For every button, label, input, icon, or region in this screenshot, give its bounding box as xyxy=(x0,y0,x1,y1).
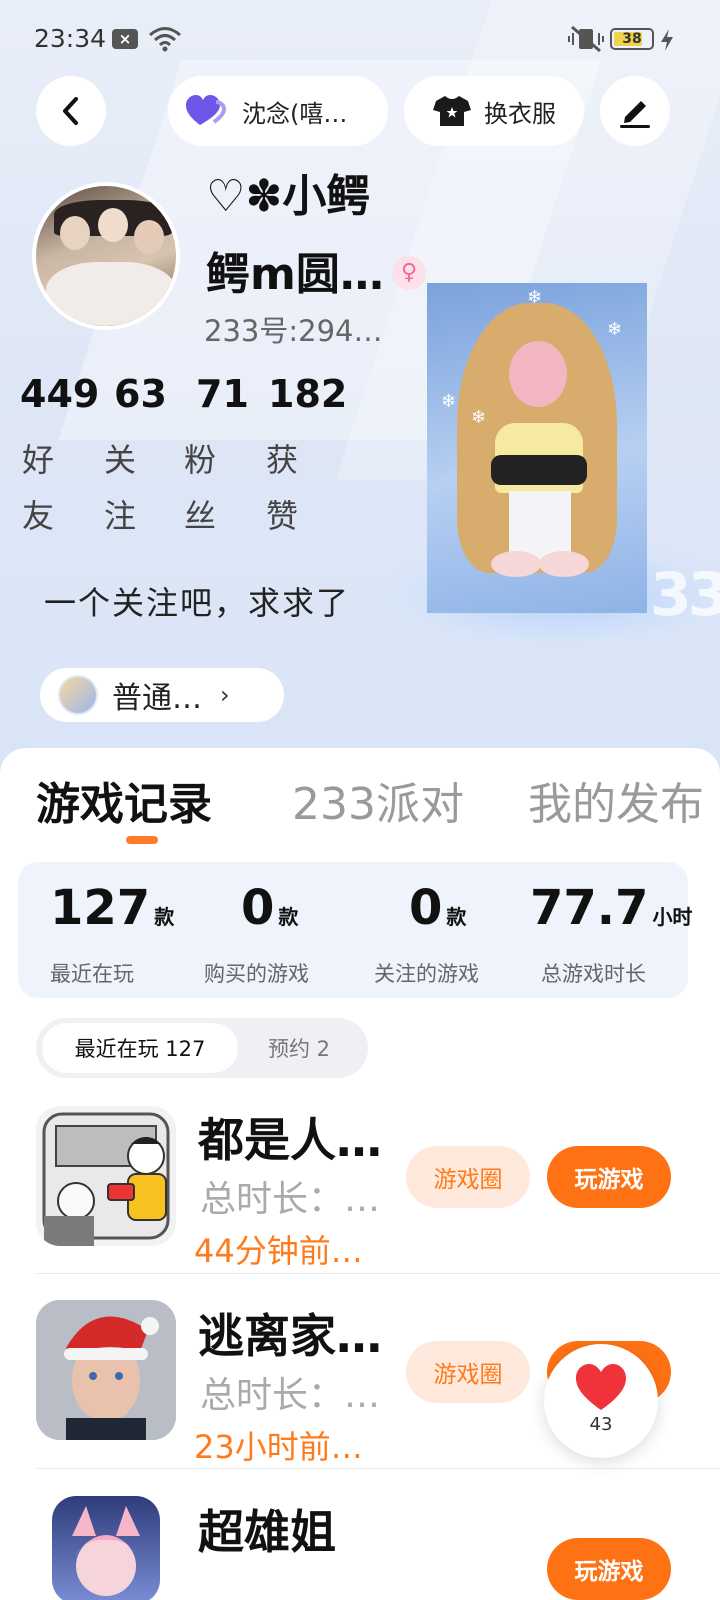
game-title[interactable]: 超雄姐 xyxy=(198,1496,336,1562)
followers-label: 粉丝 xyxy=(183,441,216,535)
character-portrait-art xyxy=(36,1300,176,1440)
stat-value: 127 xyxy=(50,880,151,936)
character-shoe xyxy=(539,551,589,577)
followers-count[interactable]: 71 xyxy=(196,372,249,416)
female-gender-icon: ♀ xyxy=(392,256,426,290)
status-time: 23:34 xyxy=(34,24,107,53)
snowflake-icon: ❄ xyxy=(607,319,623,340)
purple-heart-icon xyxy=(186,95,227,125)
snowflake-icon: ❄ xyxy=(471,407,487,428)
game-icon-dou-shi-ren[interactable] xyxy=(36,1106,176,1246)
like-count: 43 xyxy=(589,1414,613,1435)
back-button[interactable] xyxy=(36,76,106,146)
stat-value: 0 xyxy=(409,880,443,936)
friends-label: 好友 xyxy=(21,441,54,535)
battery-percent: 38 xyxy=(622,31,642,47)
chevron-left-icon xyxy=(63,97,78,125)
game-duration: 总时长：… xyxy=(200,1179,381,1220)
following-count[interactable]: 63 xyxy=(114,372,167,416)
tab-game-records[interactable]: 游戏记录 xyxy=(36,768,212,832)
stat-unit: 款 xyxy=(154,905,175,929)
badge-avatar-icon xyxy=(58,675,98,715)
snowflake-icon: ❄ xyxy=(527,287,543,308)
chevron-right-icon: › xyxy=(220,681,230,709)
avatar-photo-detail xyxy=(98,208,128,242)
anime-girl-art xyxy=(72,1506,140,1596)
user-id[interactable]: 233号:294… xyxy=(204,308,382,350)
username-line-2: 鳄m圆… xyxy=(206,249,384,300)
game-title[interactable]: 逃离家… xyxy=(198,1300,382,1366)
game-circle-button[interactable]: 游戏圈 xyxy=(406,1341,530,1403)
game-duration: 总时长：… xyxy=(200,1375,381,1416)
mood-status-label: 沈念(嘻… xyxy=(242,99,348,128)
likes-count[interactable]: 182 xyxy=(268,372,347,416)
battery-icon: 38 xyxy=(610,28,654,50)
followed-games-label: 关注的游戏 xyxy=(374,962,479,986)
play-game-button[interactable]: 玩游戏 xyxy=(547,1146,671,1208)
friends-count[interactable]: 449 xyxy=(20,372,99,416)
change-outfit-label: 换衣服 xyxy=(484,99,556,128)
game-icon-super-sister[interactable] xyxy=(52,1496,160,1600)
character-shoe xyxy=(491,551,541,577)
wifi-icon xyxy=(149,27,181,52)
cartoon-game-art xyxy=(42,1112,170,1246)
tab-233-party[interactable]: 233派对 xyxy=(292,768,464,832)
list-divider xyxy=(36,1468,720,1469)
status-bar: 23:34 × 38 xyxy=(0,0,720,80)
game-circle-button[interactable]: 游戏圈 xyxy=(406,1146,530,1208)
purchased-games-label: 购买的游戏 xyxy=(204,962,309,986)
like-floating-button[interactable] xyxy=(544,1344,658,1458)
stat-value: 77.7 xyxy=(530,880,649,936)
likes-label: 获赞 xyxy=(265,441,298,535)
total-playtime-label: 总游戏时长 xyxy=(541,962,646,986)
recent-games-stat[interactable]: 127 款 xyxy=(50,880,174,936)
purchased-games-stat[interactable]: 0款 xyxy=(241,880,298,936)
level-badge-pill[interactable]: 普通… › xyxy=(40,668,284,722)
game-title[interactable]: 都是人… xyxy=(198,1104,382,1170)
mood-status-button[interactable]: 沈念(嘻… xyxy=(168,76,388,146)
list-divider xyxy=(36,1273,720,1274)
recent-games-label: 最近在玩 xyxy=(50,962,134,986)
game-last-played: 44分钟前… xyxy=(194,1232,363,1270)
play-game-button[interactable]: 玩游戏 xyxy=(547,1538,671,1600)
game-last-played: 23小时前… xyxy=(194,1428,363,1466)
game-icon-escape-home[interactable] xyxy=(36,1300,176,1440)
stat-unit: 款 xyxy=(278,905,299,929)
avatar-photo-detail xyxy=(60,216,90,250)
character-avatar-card[interactable]: ❄ ❄ ❄ ❄ xyxy=(427,283,647,613)
tab-my-posts[interactable]: 我的发布 xyxy=(528,768,704,832)
avatar-photo-detail xyxy=(46,262,176,326)
badge-label: 普通… xyxy=(112,681,202,716)
stat-unit: 小时 xyxy=(652,905,693,929)
total-playtime-stat[interactable]: 77.7 小时 xyxy=(530,880,692,936)
tshirt-icon xyxy=(433,96,471,126)
active-tab-indicator xyxy=(126,836,158,844)
charging-bolt-icon xyxy=(661,29,673,51)
segment-recent-playing[interactable]: 最近在玩 127 xyxy=(42,1023,238,1073)
character-face xyxy=(509,341,567,407)
vibrate-mute-icon xyxy=(568,25,604,53)
change-outfit-button[interactable]: 换衣服 xyxy=(404,76,584,146)
pencil-icon xyxy=(620,101,650,128)
segment-reserved[interactable]: 预约 2 xyxy=(268,1023,330,1073)
user-bio: 一个关注吧，求求了 xyxy=(44,584,351,622)
user-avatar[interactable] xyxy=(32,182,180,330)
edit-profile-button[interactable] xyxy=(600,76,670,146)
stat-value: 0 xyxy=(241,880,275,936)
notification-x-icon: × xyxy=(112,29,138,49)
character-belt xyxy=(491,455,587,485)
hero-233-watermark: 33 xyxy=(650,560,720,630)
followed-games-stat[interactable]: 0款 xyxy=(409,880,466,936)
following-label: 关注 xyxy=(103,441,136,535)
snowflake-icon: ❄ xyxy=(441,391,457,412)
avatar-photo-detail xyxy=(134,220,164,254)
stat-unit: 款 xyxy=(446,905,467,929)
username-line-1: ♡✽小鳄 xyxy=(206,171,371,222)
